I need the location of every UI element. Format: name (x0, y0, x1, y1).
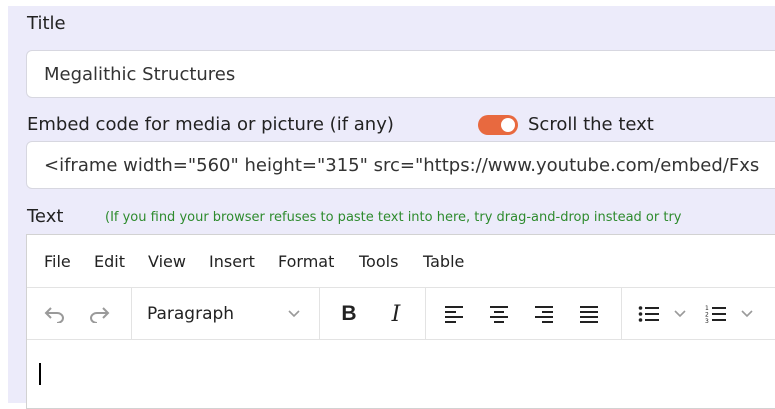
bold-icon[interactable]: B (336, 300, 362, 328)
menu-table[interactable]: Table (423, 252, 464, 271)
scroll-toggle-label: Scroll the text (528, 114, 654, 135)
toolbar-separator (319, 288, 320, 340)
editor-toolbar: Paragraph B I 123 (27, 288, 775, 340)
menu-file[interactable]: File (44, 252, 71, 271)
block-format-select[interactable]: Paragraph (147, 304, 234, 324)
align-left-icon[interactable] (441, 300, 467, 328)
toolbar-separator (621, 288, 622, 340)
scroll-toggle[interactable] (478, 115, 518, 135)
chevron-down-icon[interactable] (673, 300, 687, 328)
chevron-down-icon[interactable] (740, 300, 754, 328)
toggle-knob (501, 118, 515, 132)
align-center-icon[interactable] (486, 300, 512, 328)
toolbar-separator (425, 288, 426, 340)
paste-hint: (If you find your browser refuses to pas… (105, 210, 682, 225)
bullet-list-icon[interactable] (636, 300, 662, 328)
menu-tools[interactable]: Tools (359, 252, 398, 271)
embed-label: Embed code for media or picture (if any) (27, 114, 394, 135)
numbered-list-icon[interactable]: 123 (703, 300, 729, 328)
undo-icon[interactable] (41, 300, 69, 328)
embed-code-value: <iframe width="560" height="315" src="ht… (44, 155, 760, 176)
embed-code-field[interactable]: <iframe width="560" height="315" src="ht… (26, 141, 775, 189)
title-field[interactable]: Megalithic Structures (26, 50, 775, 98)
redo-icon[interactable] (85, 300, 113, 328)
svg-text:3: 3 (705, 318, 709, 324)
title-value: Megalithic Structures (44, 64, 236, 85)
italic-icon[interactable]: I (383, 300, 409, 328)
align-right-icon[interactable] (531, 300, 557, 328)
menu-view[interactable]: View (148, 252, 186, 271)
title-label: Title (27, 13, 66, 34)
menu-format[interactable]: Format (278, 252, 334, 271)
text-cursor (39, 363, 41, 385)
chevron-down-icon[interactable] (286, 300, 302, 328)
rich-text-editor[interactable]: File Edit View Insert Format Tools Table… (26, 234, 775, 409)
toolbar-separator (131, 288, 132, 340)
align-justify-icon[interactable] (576, 300, 602, 328)
menu-edit[interactable]: Edit (94, 252, 125, 271)
editor-menubar: File Edit View Insert Format Tools Table (27, 235, 775, 288)
menu-insert[interactable]: Insert (209, 252, 255, 271)
text-label: Text (27, 206, 64, 227)
